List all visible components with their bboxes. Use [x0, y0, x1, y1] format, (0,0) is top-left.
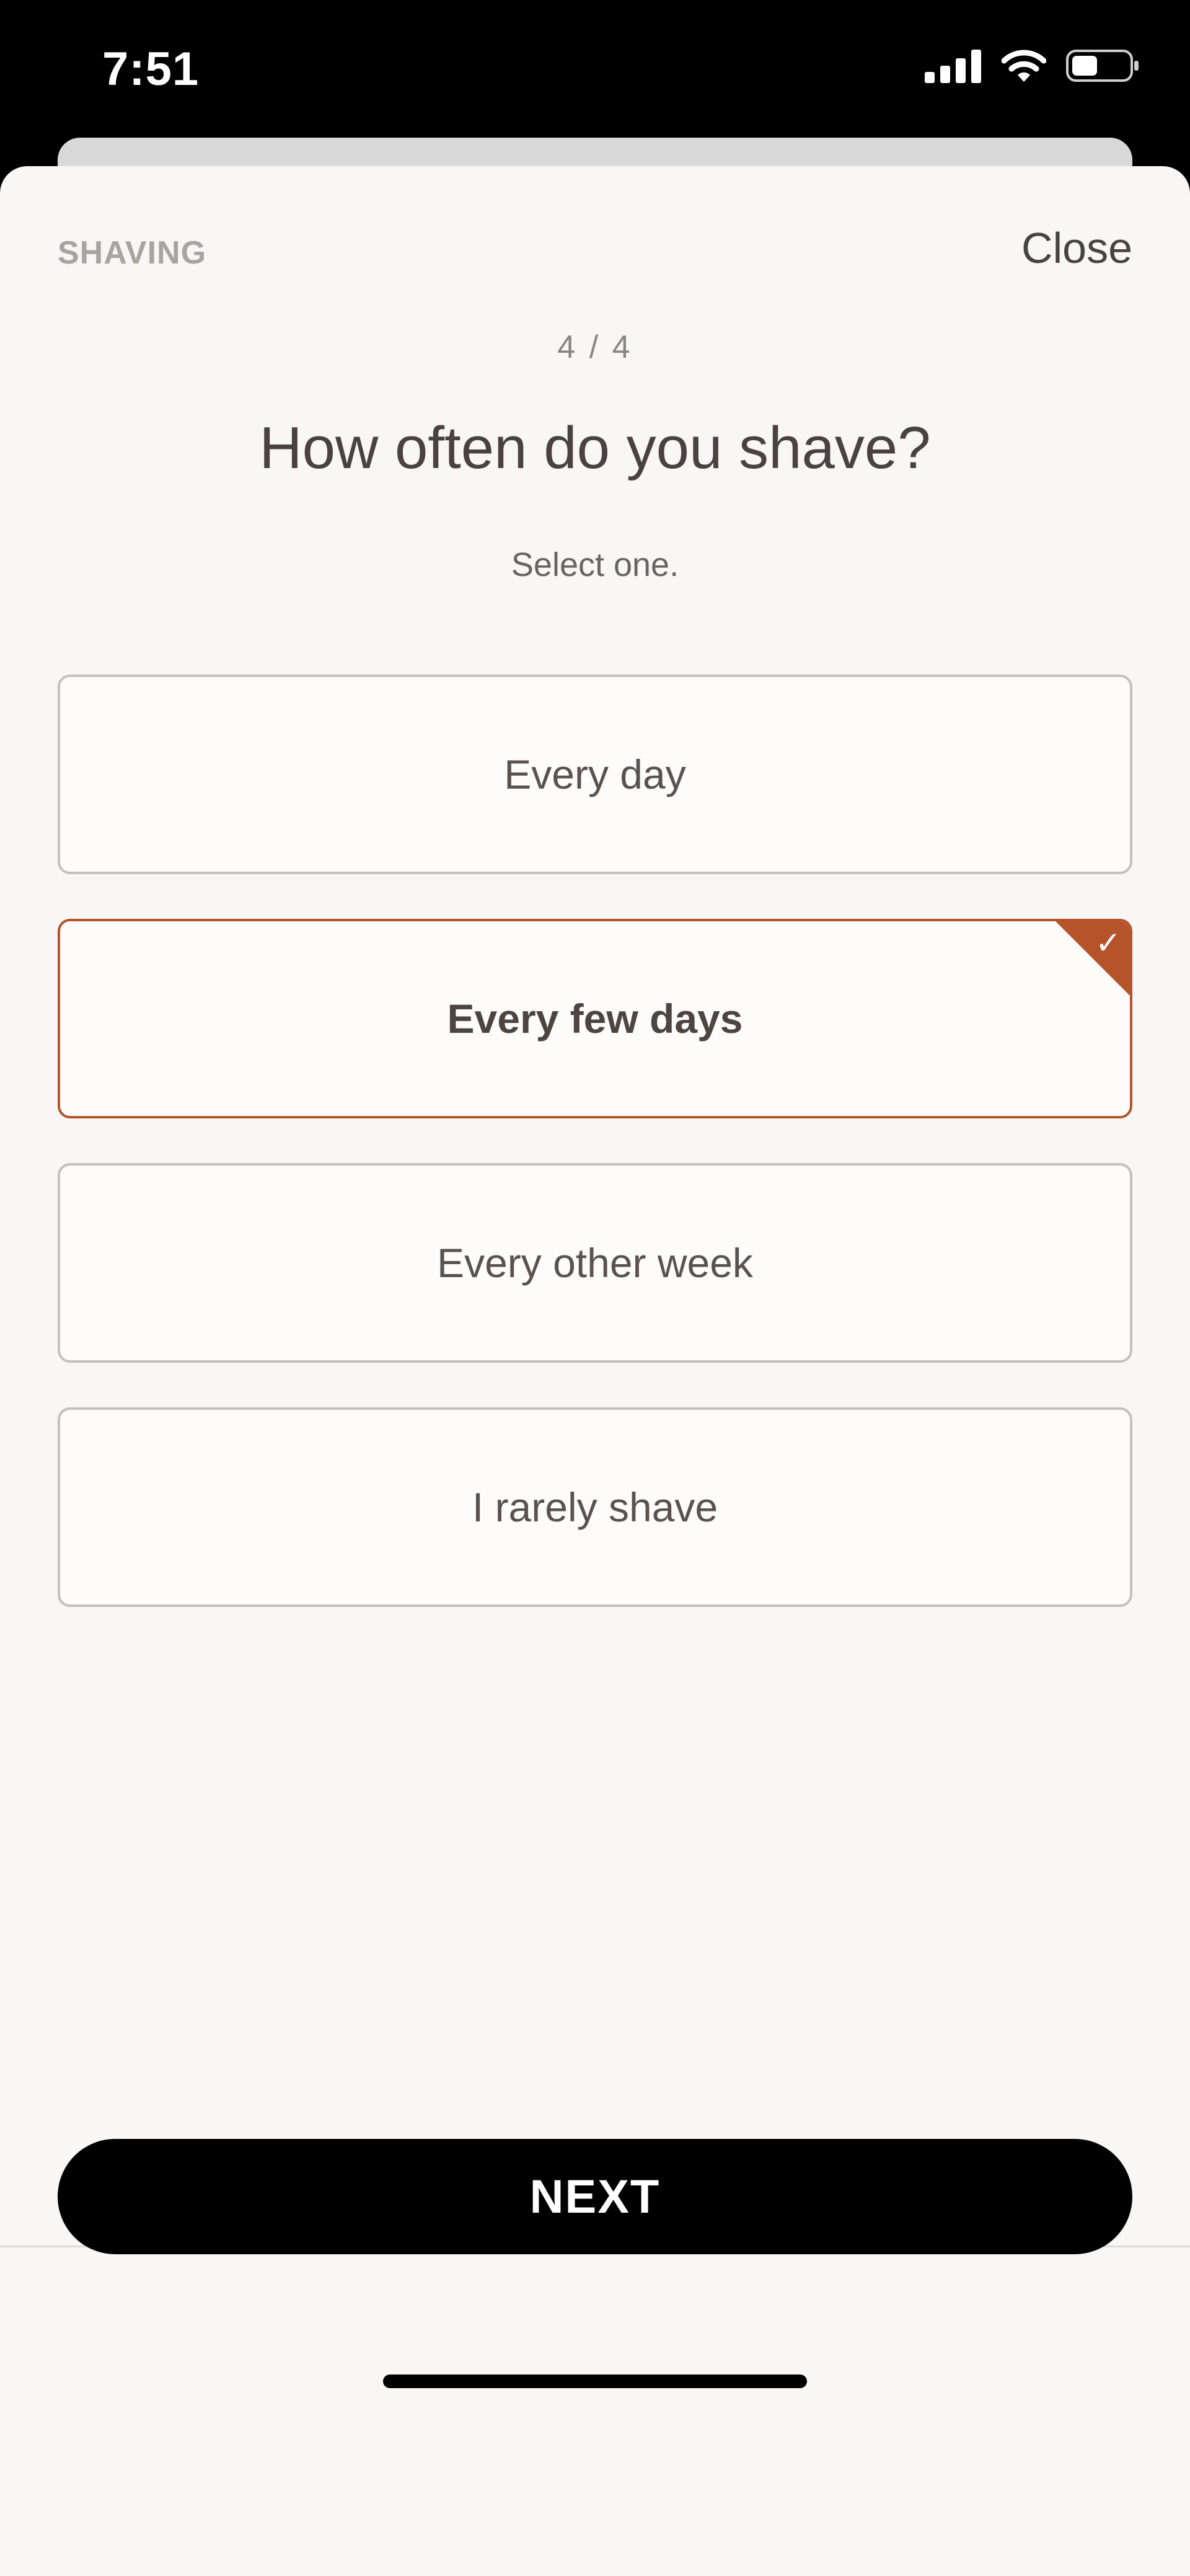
option-label: I rarely shave: [472, 1484, 718, 1530]
option-every-few-days[interactable]: Every few days ✓: [58, 919, 1132, 1118]
option-every-day[interactable]: Every day: [58, 675, 1132, 874]
status-icons: [925, 48, 1140, 86]
close-button[interactable]: Close: [1021, 223, 1132, 273]
step-counter: 4 / 4: [557, 329, 633, 365]
option-label: Every other week: [437, 1240, 753, 1286]
option-label: Every day: [504, 751, 686, 797]
section-label: SHAVING: [58, 235, 207, 271]
status-bar: 7:51: [0, 0, 1190, 143]
next-button[interactable]: NEXT: [58, 2139, 1132, 2254]
wifi-icon: [1001, 48, 1047, 86]
option-every-other-week[interactable]: Every other week: [58, 1163, 1132, 1363]
cellular-signal-icon: [925, 48, 982, 86]
battery-icon: [1066, 48, 1140, 86]
option-rarely-shave[interactable]: I rarely shave: [58, 1407, 1132, 1607]
home-indicator: [383, 2375, 807, 2388]
checkmark-icon: ✓: [1095, 926, 1121, 960]
status-time: 7:51: [102, 43, 200, 95]
question-title: How often do you shave?: [259, 415, 931, 481]
question-instruction: Select one.: [511, 546, 679, 583]
option-label: Every few days: [447, 996, 743, 1042]
